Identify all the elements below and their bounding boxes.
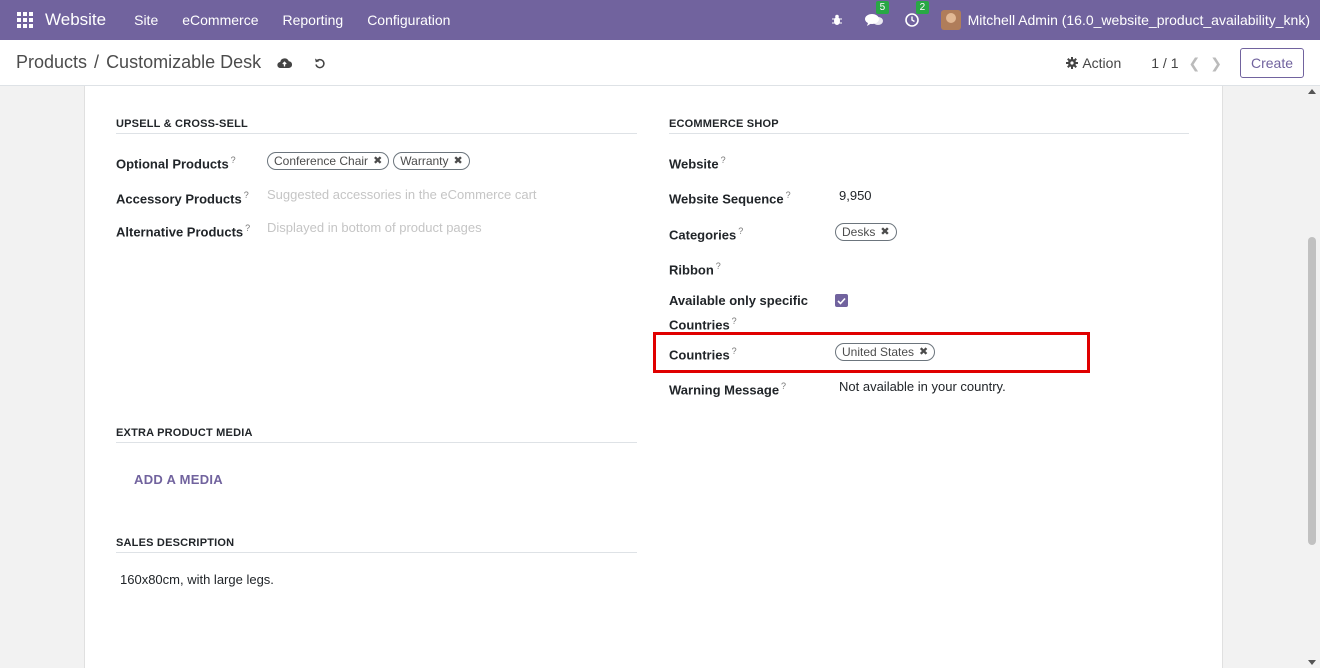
discard-undo-icon[interactable]: [314, 57, 326, 69]
pager-next-icon[interactable]: ❯: [1210, 55, 1222, 72]
page-scrollbar[interactable]: [1304, 86, 1320, 668]
help-tooltip-icon[interactable]: ?: [721, 155, 726, 165]
warning-message-input[interactable]: Not available in your country.: [839, 377, 1006, 397]
website-sequence-input[interactable]: 9,950: [839, 186, 872, 206]
tag-warranty: Warranty ✖: [393, 151, 470, 171]
help-tooltip-icon[interactable]: ?: [244, 190, 249, 200]
sales-description-title: SALES DESCRIPTION: [116, 537, 637, 553]
sales-description-text[interactable]: 160x80cm, with large legs.: [120, 570, 274, 590]
help-tooltip-icon[interactable]: ?: [738, 226, 743, 236]
optional-products-field[interactable]: Conference Chair ✖ Warranty ✖: [267, 151, 474, 171]
breadcrumb: Products / Customizable Desk: [16, 52, 261, 73]
help-tooltip-icon[interactable]: ?: [732, 316, 737, 326]
menu-ecommerce[interactable]: eCommerce: [170, 12, 270, 28]
website-input[interactable]: [839, 150, 1139, 170]
alternative-products-input[interactable]: Displayed in bottom of product pages: [267, 218, 482, 238]
ecommerce-section-title: ECOMMERCE SHOP: [669, 118, 1189, 134]
categories-field[interactable]: Desks ✖: [835, 222, 901, 242]
pager-value[interactable]: 1 / 1: [1151, 55, 1178, 71]
messages-icon[interactable]: 5: [864, 1, 890, 27]
optional-products-label: Optional Products?: [116, 155, 236, 172]
remove-tag-icon[interactable]: ✖: [454, 151, 463, 171]
help-tooltip-icon[interactable]: ?: [716, 261, 721, 271]
checkmark-icon: [837, 297, 846, 305]
accessory-products-label: Accessory Products?: [116, 190, 249, 207]
breadcrumb-products-link[interactable]: Products: [16, 52, 87, 73]
user-avatar[interactable]: [940, 10, 961, 30]
upsell-section-title: UPSELL & CROSS-SELL: [116, 118, 637, 134]
debug-bug-icon[interactable]: [831, 14, 843, 26]
save-cloud-icon[interactable]: [277, 57, 293, 69]
menu-site[interactable]: Site: [122, 12, 170, 28]
categories-label: Categories?: [669, 226, 744, 243]
control-panel: Products / Customizable Desk Action 1 / …: [0, 40, 1320, 86]
media-section-title: EXTRA PRODUCT MEDIA: [116, 427, 637, 443]
breadcrumb-separator: /: [94, 52, 100, 72]
create-button[interactable]: Create: [1239, 48, 1304, 78]
apps-menu-icon[interactable]: [17, 12, 33, 28]
tag-desks: Desks ✖: [835, 223, 897, 241]
menu-reporting[interactable]: Reporting: [270, 12, 355, 28]
available-specific-countries-checkbox[interactable]: [835, 294, 848, 307]
warning-message-label: Warning Message?: [669, 381, 787, 398]
add-media-button[interactable]: ADD A MEDIA: [134, 472, 223, 487]
gear-icon: [1066, 57, 1079, 69]
help-tooltip-icon[interactable]: ?: [781, 381, 786, 391]
tag-conference-chair: Conference Chair ✖: [267, 151, 390, 171]
help-tooltip-icon[interactable]: ?: [231, 155, 236, 165]
app-brand[interactable]: Website: [45, 10, 106, 30]
pager-previous-icon[interactable]: ❮: [1189, 55, 1201, 72]
countries-highlight-box: [653, 332, 1090, 373]
top-navbar: Website Site eCommerce Reporting Configu…: [0, 0, 1320, 40]
available-specific-countries-label: Available only specific Countries?: [669, 293, 808, 333]
activities-clock-icon[interactable]: 2: [904, 1, 930, 27]
accessory-products-input[interactable]: Suggested accessories in the eCommerce c…: [267, 185, 537, 205]
remove-tag-icon[interactable]: ✖: [373, 151, 382, 171]
scroll-up-arrow-icon[interactable]: [1308, 89, 1316, 94]
scroll-thumb[interactable]: [1308, 237, 1316, 545]
messages-count-badge: 5: [875, 1, 890, 14]
breadcrumb-current: Customizable Desk: [106, 52, 262, 72]
website-sequence-label: Website Sequence?: [669, 190, 791, 207]
help-tooltip-icon[interactable]: ?: [245, 223, 250, 233]
ribbon-input[interactable]: [839, 256, 1139, 276]
remove-tag-icon[interactable]: ✖: [880, 222, 889, 242]
alternative-products-label: Alternative Products?: [116, 223, 251, 240]
activities-count-badge: 2: [915, 1, 930, 14]
help-tooltip-icon[interactable]: ?: [786, 190, 791, 200]
action-label: Action: [1082, 55, 1122, 71]
user-menu[interactable]: Mitchell Admin (16.0_website_product_ava…: [968, 12, 1310, 28]
scroll-down-arrow-icon[interactable]: [1308, 660, 1316, 665]
action-menu-button[interactable]: Action: [1066, 55, 1121, 71]
ribbon-label: Ribbon?: [669, 261, 721, 278]
menu-configuration[interactable]: Configuration: [355, 12, 462, 28]
website-label: Website?: [669, 155, 726, 172]
